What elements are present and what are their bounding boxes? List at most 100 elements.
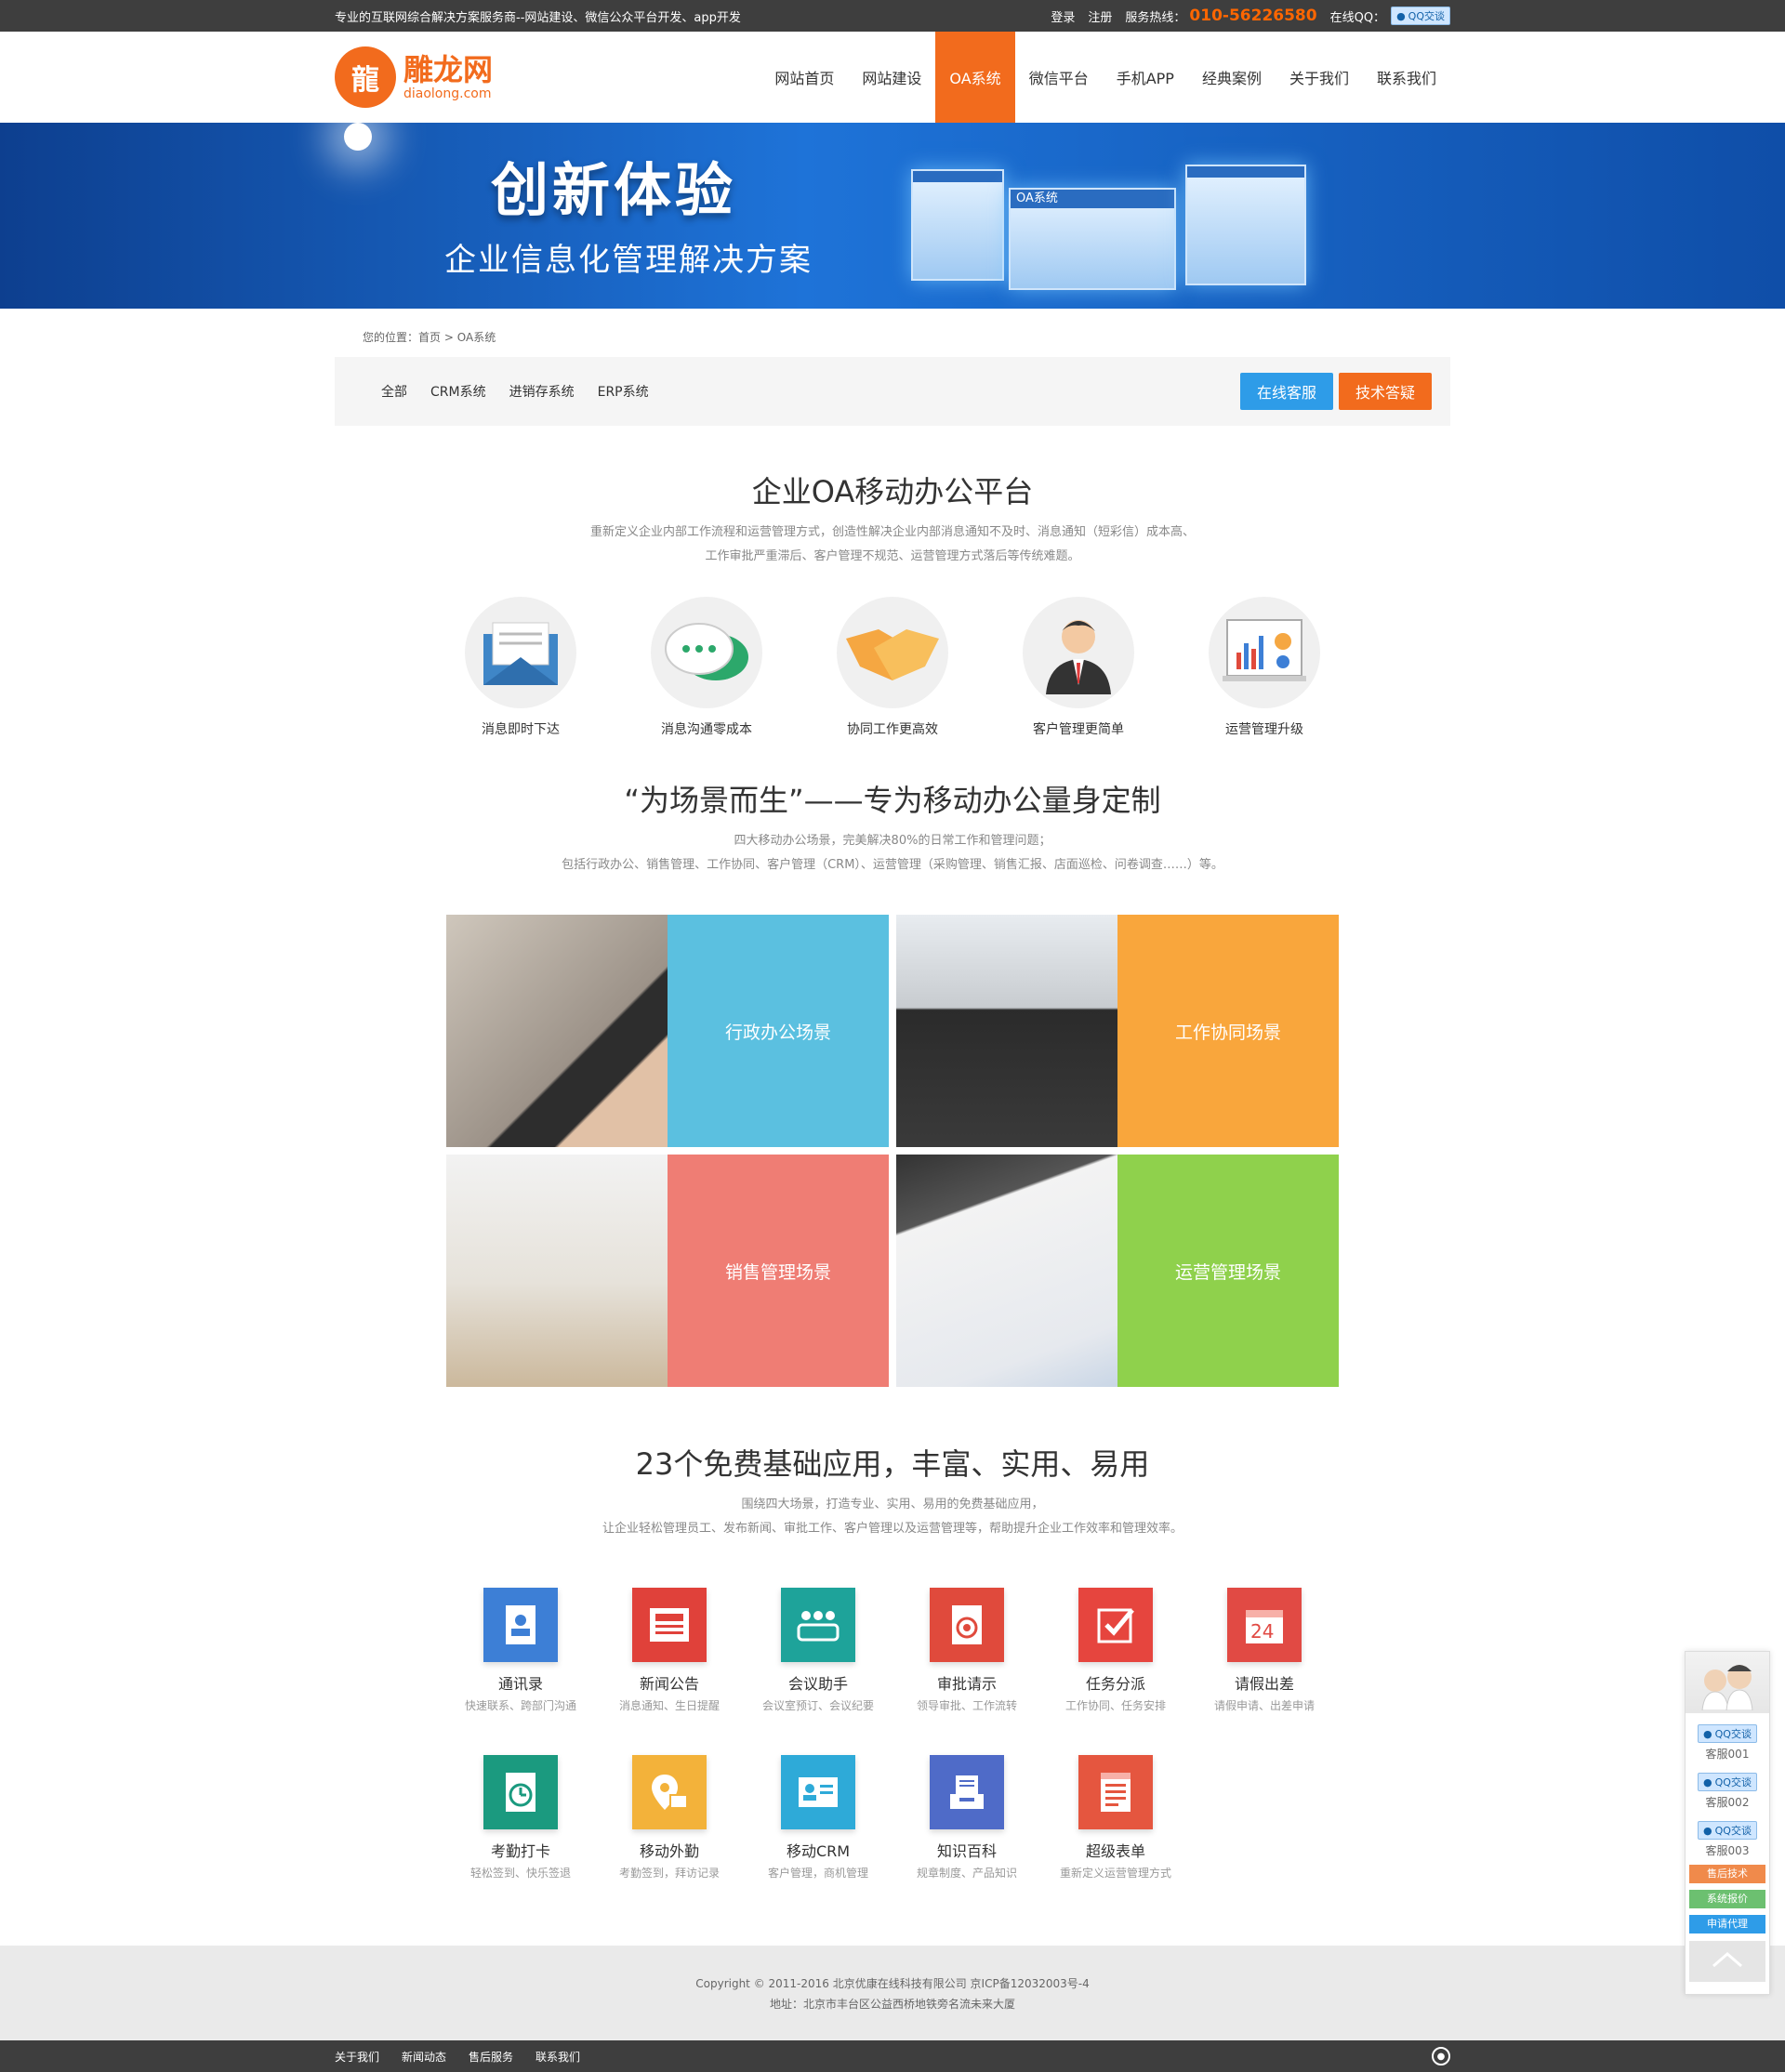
register-link[interactable]: 注册 <box>1088 7 1112 25</box>
tab-erp[interactable]: ERP系统 <box>598 382 649 401</box>
app-name: 新闻公告 <box>639 1675 699 1693</box>
app-item[interactable]: 会议助手 会议室预订、会议纪要 <box>744 1588 892 1713</box>
main-nav: 网站首页 网站建设 OA系统 微信平台 手机APP 经典案例 关于我们 联系我们 <box>760 32 1450 123</box>
app-desc: 领导审批、工作流转 <box>916 1699 1017 1712</box>
app-item[interactable]: 审批请示 领导审批、工作流转 <box>892 1588 1041 1713</box>
tab-all[interactable]: 全部 <box>381 382 407 401</box>
nav-cases[interactable]: 经典案例 <box>1188 32 1276 123</box>
login-link[interactable]: 登录 <box>1051 7 1075 25</box>
app-item[interactable]: 移动外勤 考勤签到，拜访记录 <box>595 1755 744 1881</box>
banner-title: 创新体验 <box>491 156 737 224</box>
nav-oa-system[interactable]: OA系统 <box>935 32 1015 123</box>
nav-wechat[interactable]: 微信平台 <box>1015 32 1103 123</box>
news-icon <box>632 1588 707 1662</box>
section1-desc-line1: 重新定义企业内部工作流程和运营管理方式，创造性解决企业内部消息通知不及时、消息通… <box>589 525 1195 539</box>
app-grid: 通讯录 快速联系、跨部门沟通 新闻公告 消息通知、生日提醒 会议助手 会议室预订… <box>446 1588 1339 1881</box>
contacts-icon <box>483 1588 558 1662</box>
bottom-link-about[interactable]: 关于我们 <box>335 2049 379 2065</box>
qq-chat-button[interactable]: ● QQ交谈 <box>1698 1724 1757 1743</box>
app-item[interactable]: 通讯录 快速联系、跨部门沟通 <box>446 1588 595 1713</box>
bottom-link-news[interactable]: 新闻动态 <box>402 2049 446 2065</box>
dragon-logo-icon: 龍 <box>335 46 396 108</box>
online-service-button[interactable]: 在线客服 <box>1239 373 1333 410</box>
app-name: 会议助手 <box>787 1675 848 1693</box>
form-icon <box>1078 1755 1153 1829</box>
service-agent-name: 客服002 <box>1705 1796 1750 1809</box>
scene-label: 行政办公场景 <box>668 915 889 1147</box>
scene-grid: 行政办公场景 工作协同场景 销售管理场景 运营管理场景 <box>446 915 1339 1387</box>
app-desc: 客户管理，商机管理 <box>767 1867 868 1880</box>
section3-desc-line1: 围绕四大场景，打造专业、实用、易用的免费基础应用， <box>741 1498 1044 1511</box>
qq-label: 在线QQ： <box>1329 10 1386 25</box>
task-check-icon <box>1078 1588 1153 1662</box>
app-desc: 消息通知、生日提醒 <box>618 1699 720 1712</box>
site-slogan: 专业的互联网综合解决方案服务商--网站建设、微信公众平台开发、app开发 <box>335 10 741 25</box>
location-pin-icon[interactable]: ● <box>1432 2047 1450 2065</box>
apply-agent-button[interactable]: 申请代理 <box>1689 1915 1765 1933</box>
tech-support-button[interactable]: 技术答疑 <box>1338 373 1432 410</box>
scene-label: 运营管理场景 <box>1117 1155 1339 1387</box>
meeting-room-photo <box>446 1155 668 1387</box>
logo-cn-text: 雕龙网 <box>403 52 494 87</box>
crm-card-icon <box>781 1755 855 1829</box>
qq-chat-label: QQ交谈 <box>1714 1825 1752 1837</box>
footer-copyright: Copyright © 2011-2016 北京优康在线科技有限公司 京ICP备… <box>695 1977 1090 1990</box>
nav-home[interactable]: 网站首页 <box>760 32 848 123</box>
app-name: 通讯录 <box>497 1675 543 1693</box>
section2-desc-line2: 包括行政办公、销售管理、工作协同、客户管理（CRM）、运营管理（采购管理、销售汇… <box>562 858 1223 872</box>
screen-center: OA系统 <box>1009 188 1176 290</box>
hotline-label: 服务热线： <box>1125 10 1186 25</box>
knowledge-tray-icon <box>930 1755 1004 1829</box>
phone-in-hand-photo <box>446 915 668 1147</box>
handshake-icon <box>837 597 948 708</box>
feature-label: 消息即时下达 <box>482 722 560 737</box>
app-item[interactable]: 移动CRM 客户管理，商机管理 <box>744 1755 892 1881</box>
system-quote-button[interactable]: 系统报价 <box>1689 1890 1765 1908</box>
nav-mobile-app[interactable]: 手机APP <box>1103 32 1188 123</box>
nav-contact[interactable]: 联系我们 <box>1363 32 1450 123</box>
app-desc: 会议室预订、会议纪要 <box>761 1699 874 1712</box>
scene-card[interactable]: 销售管理场景 <box>446 1155 889 1387</box>
bottom-link-contact[interactable]: 联系我们 <box>536 2049 580 2065</box>
app-name: 移动CRM <box>786 1842 851 1860</box>
qq-chat-label: QQ交谈 <box>1714 1776 1752 1788</box>
app-item[interactable]: 超级表单 重新定义运营管理方式 <box>1041 1755 1190 1881</box>
qq-chat-button[interactable]: ● QQ交谈 <box>1698 1773 1757 1791</box>
app-item[interactable]: 考勤打卡 轻松签到、快乐签退 <box>446 1755 595 1881</box>
scene-card[interactable]: 运营管理场景 <box>896 1155 1339 1387</box>
app-item[interactable]: 知识百科 规章制度、产品知识 <box>892 1755 1041 1881</box>
scene-card[interactable]: 行政办公场景 <box>446 915 889 1147</box>
screen-label: OA系统 <box>1011 190 1174 208</box>
nav-about[interactable]: 关于我们 <box>1276 32 1363 123</box>
app-item[interactable]: 24 请假出差 请假申请、出差申请 <box>1190 1588 1339 1713</box>
screen-right <box>1185 165 1306 285</box>
meeting-icon <box>781 1588 855 1662</box>
bottom-bar: 关于我们 新闻动态 售后服务 联系我们 ● <box>0 2040 1785 2072</box>
section1-desc-line2: 工作审批严重滞后、客户管理不规范、运营管理方式落后等传统难题。 <box>705 549 1080 563</box>
service-agent-item[interactable]: ● QQ交谈 客服002 <box>1686 1773 1769 1810</box>
after-sales-button[interactable]: 售后技术 <box>1689 1865 1765 1883</box>
qq-chat-button[interactable]: ● QQ交谈 <box>1698 1821 1757 1840</box>
tab-crm[interactable]: CRM系统 <box>430 382 486 401</box>
approval-icon <box>930 1588 1004 1662</box>
app-item[interactable]: 任务分派 工作协同、任务安排 <box>1041 1588 1190 1713</box>
app-item[interactable]: 新闻公告 消息通知、生日提醒 <box>595 1588 744 1713</box>
bottom-link-service[interactable]: 售后服务 <box>469 2049 513 2065</box>
tab-inventory[interactable]: 进销存系统 <box>509 382 575 401</box>
scene-card[interactable]: 工作协同场景 <box>896 915 1339 1147</box>
qq-chat-button[interactable]: ● QQ交谈 <box>1391 7 1450 25</box>
logo[interactable]: 龍 雕龙网 diaolong.com <box>335 46 493 108</box>
app-desc: 工作协同、任务安排 <box>1064 1699 1166 1712</box>
service-agent-item[interactable]: ● QQ交谈 客服001 <box>1686 1724 1769 1762</box>
qq-penguin-icon: ● <box>1703 1775 1712 1788</box>
feature-item: 协同工作更高效 <box>837 597 948 738</box>
businessman-icon <box>1023 597 1134 708</box>
section2-desc-line1: 四大移动办公场景，完美解决80%的日常工作和管理问题； <box>734 834 1051 848</box>
service-agent-item[interactable]: ● QQ交谈 客服003 <box>1686 1821 1769 1858</box>
svg-text:24: 24 <box>1250 1620 1274 1643</box>
feature-item: 客户管理更简单 <box>1023 597 1134 738</box>
breadcrumb-home[interactable]: 首页 <box>418 331 441 344</box>
nav-website-build[interactable]: 网站建设 <box>848 32 935 123</box>
screen-left <box>911 169 1004 281</box>
back-to-top-button[interactable] <box>1689 1941 1765 1982</box>
